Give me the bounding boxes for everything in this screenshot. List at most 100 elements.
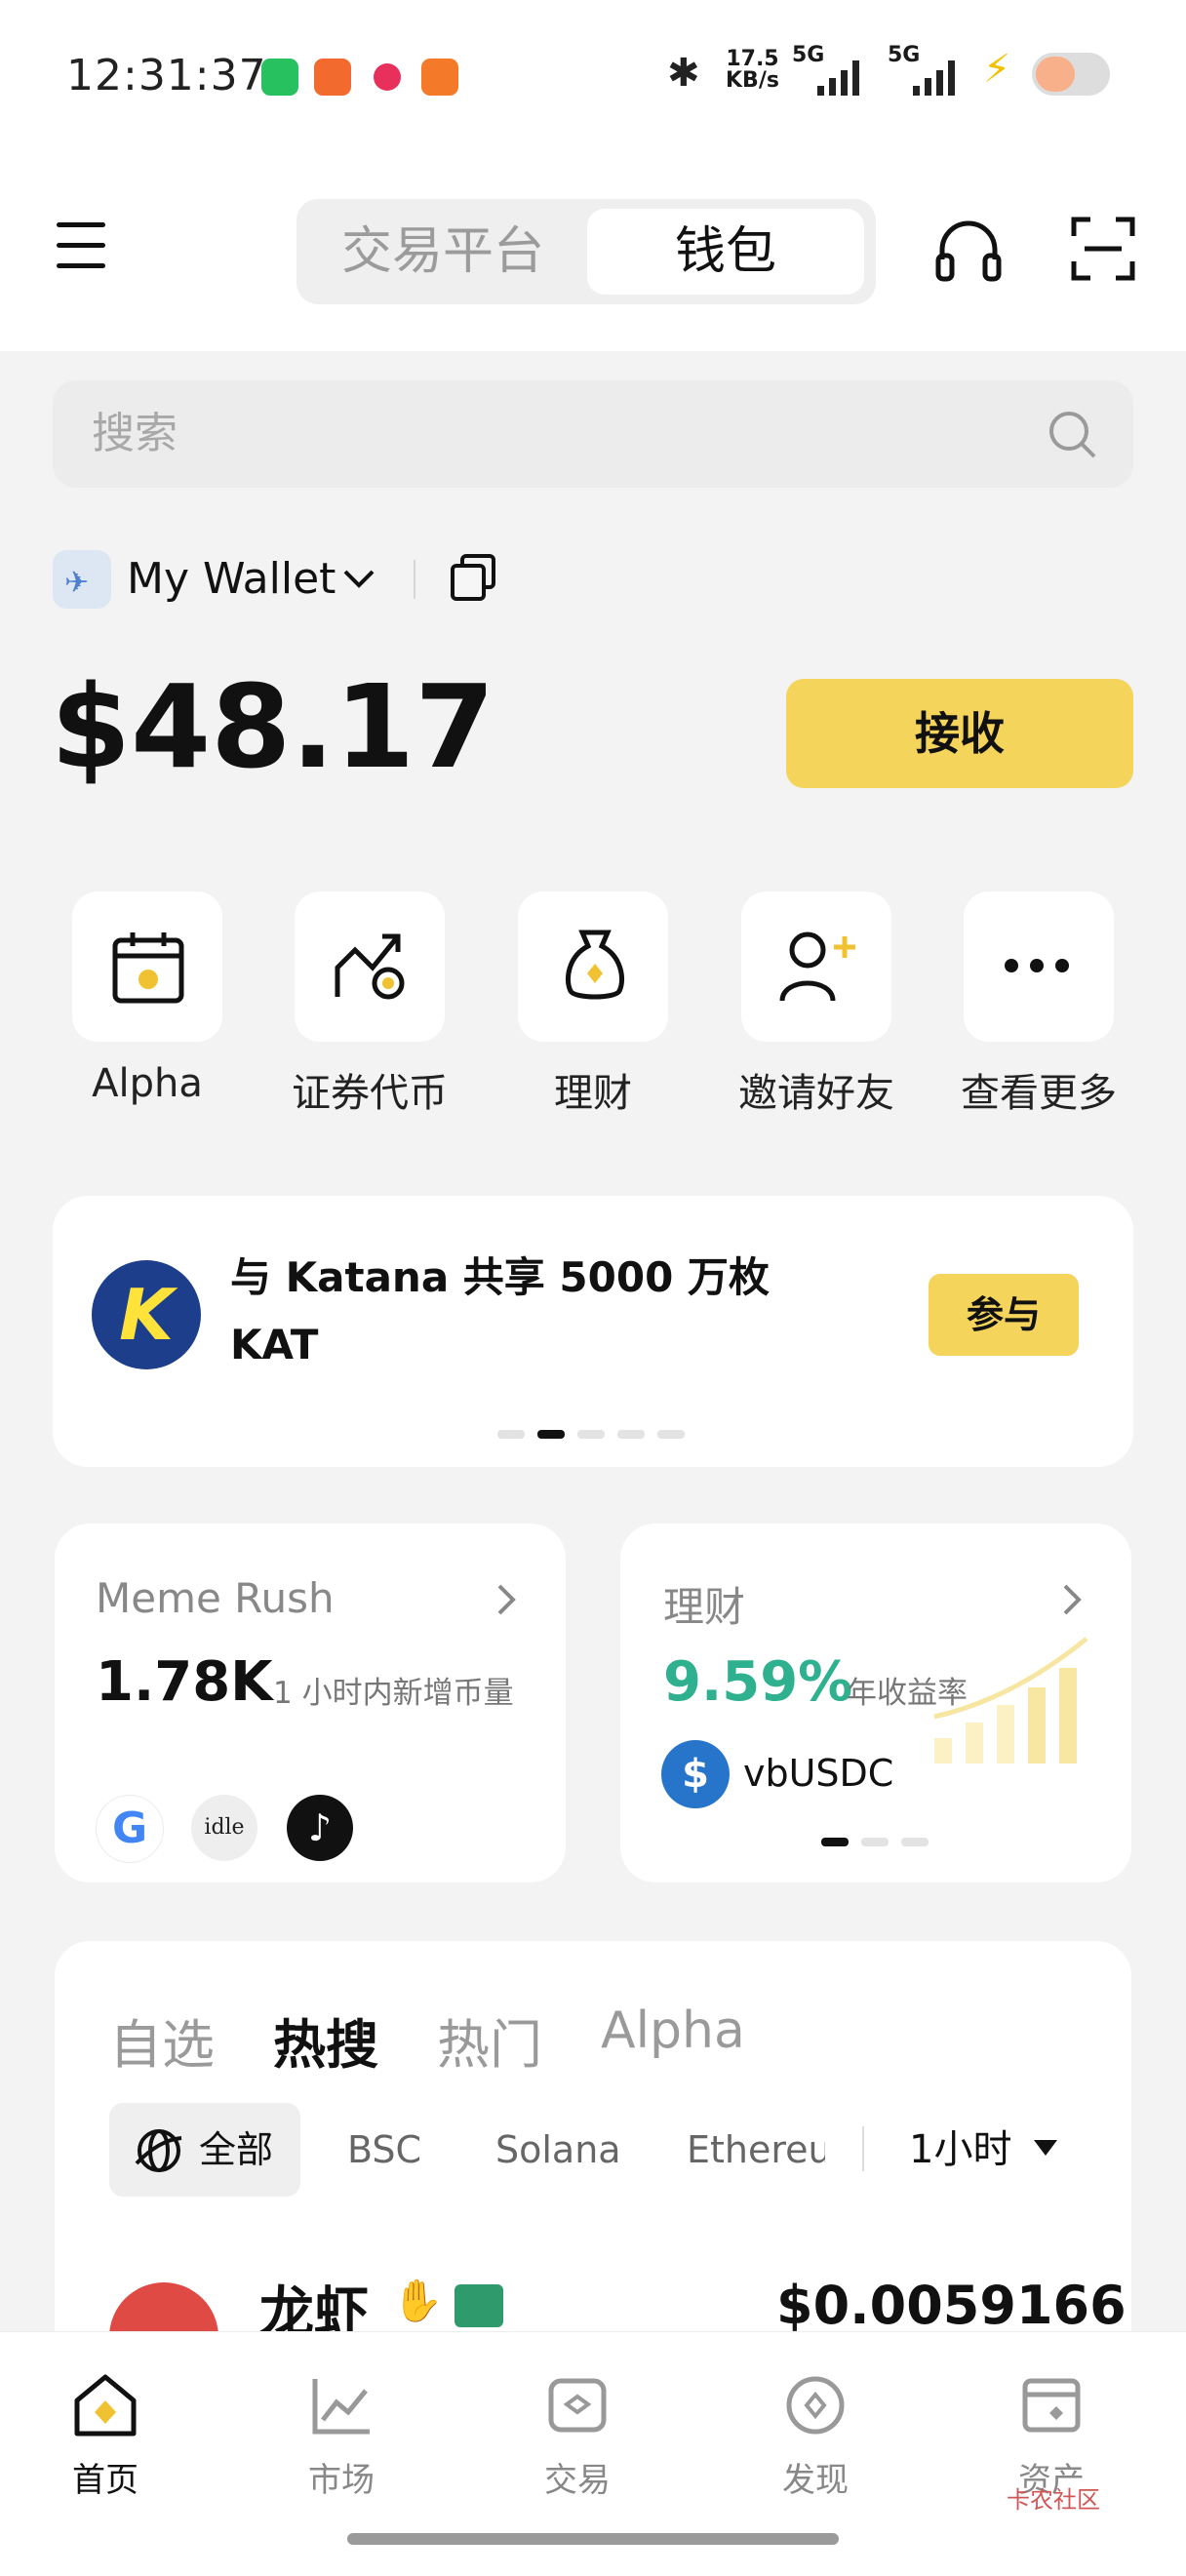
alpha-calendar-icon	[112, 932, 184, 1004]
tiktok-token-icon: ♪	[287, 1795, 353, 1861]
filter-solana[interactable]: Solana	[495, 2103, 621, 2197]
wechat-icon	[261, 59, 298, 96]
filter-ethereum[interactable]: Ethereu	[687, 2103, 825, 2197]
earn-rate: 9.59%	[663, 1650, 853, 1714]
hand-badge-icon: ✋	[392, 2277, 444, 2324]
net-speed-unit: KB/s	[726, 68, 779, 93]
battery-icon	[1032, 53, 1110, 96]
ticket-badge-icon	[455, 2284, 503, 2327]
tile-label-invite: 邀请好友	[738, 1071, 894, 1116]
chevron-right-icon[interactable]	[495, 1582, 519, 1617]
timeframe-select[interactable]: 1小时	[909, 2103, 1011, 2197]
earn-title: 理财	[663, 1583, 746, 1631]
invite-tile[interactable]	[741, 892, 891, 1042]
katana-logo: K	[92, 1260, 201, 1369]
copy-icon[interactable]	[449, 552, 499, 603]
net-speed-value: 17.5	[726, 47, 779, 71]
chat-app-icon	[369, 59, 406, 96]
earn-pagination	[821, 1832, 941, 1850]
nav-home[interactable]: 首页	[27, 2371, 183, 2501]
pagination-dot	[617, 1430, 645, 1439]
earn-tile[interactable]	[518, 892, 668, 1042]
pagination-dot-active	[537, 1430, 565, 1439]
pagination-dot-active	[821, 1838, 849, 1846]
market-tab-trending[interactable]: 热门	[437, 2001, 542, 2079]
tab-exchange[interactable]: 交易平台	[304, 209, 581, 295]
meme-rush-card[interactable]: Meme Rush 1.78K 1 小时内新增币量 G idle ♪	[55, 1524, 566, 1882]
headset-icon[interactable]	[934, 220, 1003, 283]
search-bar[interactable]: 搜索	[53, 380, 1133, 488]
earn-card[interactable]: 理财 9.59% 年收益率 $ vbUSDC	[620, 1524, 1131, 1882]
signal-bars-1-icon	[817, 60, 859, 96]
filter-bsc[interactable]: BSC	[347, 2103, 421, 2197]
invite-friend-icon	[779, 931, 855, 1002]
tile-label-more: 查看更多	[961, 1071, 1117, 1116]
wallet-avatar[interactable]: ✈	[53, 550, 111, 609]
alpha-tile[interactable]	[72, 892, 222, 1042]
tile-label-alpha: Alpha	[92, 1061, 203, 1106]
menu-icon[interactable]	[57, 222, 105, 268]
google-token-icon: G	[96, 1795, 164, 1863]
pagination-dot	[901, 1838, 929, 1846]
nav-discover[interactable]: 发现	[737, 2371, 893, 2501]
nav-discover-label: 发现	[782, 2461, 849, 2500]
market-tab-favorites[interactable]: 自选	[109, 2001, 215, 2079]
nav-market-label: 市场	[308, 2461, 375, 2500]
wallet-icon	[1022, 2378, 1081, 2433]
divider	[414, 560, 415, 599]
pagination-dot	[861, 1838, 889, 1846]
pagination-dot	[657, 1430, 685, 1439]
caret-down-icon[interactable]	[1032, 2138, 1059, 2158]
market-chart-icon	[312, 2379, 370, 2435]
money-bag-icon	[565, 930, 625, 1000]
promo-card[interactable]: K 与 Katana 共享 5000 万枚 KAT 参与	[53, 1196, 1133, 1467]
search-placeholder: 搜索	[92, 409, 178, 458]
signal-bars-2-icon	[913, 60, 955, 96]
chevron-right-icon[interactable]	[1061, 1582, 1085, 1617]
promo-pagination	[497, 1424, 697, 1443]
promo-title-line2: KAT	[230, 1321, 319, 1368]
mode-switch: 交易平台 钱包	[296, 199, 876, 304]
token-price: $0.0059166	[776, 2275, 1127, 2336]
bluetooth-icon: ✱	[667, 51, 700, 96]
stock-token-icon	[335, 933, 405, 1000]
nav-home-label: 首页	[72, 2461, 138, 2500]
more-tile[interactable]	[964, 892, 1114, 1042]
trade-icon	[548, 2378, 607, 2433]
delivery-app-icon	[421, 59, 458, 96]
earn-rate-label: 年收益率	[847, 1676, 968, 1711]
status-bar: 12:31:37 ✱ 17.5 KB/s 5G 5G ⚡	[0, 0, 1186, 146]
meme-rush-value: 1.78K	[96, 1650, 273, 1714]
earn-asset: vbUSDC	[743, 1752, 894, 1795]
bottom-nav: 首页 市场 交易 发现 资产 卡农社区	[0, 2331, 1186, 2576]
join-button[interactable]: 参与	[929, 1274, 1079, 1356]
scan-icon[interactable]	[1071, 217, 1135, 281]
market-tab-alpha[interactable]: Alpha	[601, 2001, 745, 2060]
market-tab-hot-search[interactable]: 热搜	[273, 2001, 378, 2079]
wallet-name[interactable]: My Wallet	[127, 554, 336, 604]
receive-button[interactable]: 接收	[786, 679, 1133, 788]
usdc-icon: $	[661, 1740, 730, 1808]
home-indicator[interactable]	[347, 2533, 839, 2545]
home-icon	[74, 2374, 137, 2437]
stock-token-tile[interactable]	[295, 892, 445, 1042]
filter-all[interactable]: 全部	[109, 2103, 300, 2197]
nav-trade[interactable]: 交易	[499, 2371, 655, 2501]
tile-label-earn: 理财	[554, 1071, 632, 1116]
search-icon[interactable]	[1048, 410, 1098, 460]
nav-trade-label: 交易	[544, 2461, 611, 2500]
tab-wallet[interactable]: 钱包	[587, 209, 864, 295]
nav-market[interactable]: 市场	[263, 2371, 419, 2501]
tile-label-stock: 证券代币	[292, 1071, 448, 1116]
status-time: 12:31:37	[66, 51, 267, 100]
app-notification-icon	[314, 59, 351, 96]
wallet-balance: $48.17	[51, 659, 495, 794]
idle-token-icon: idle	[191, 1795, 257, 1861]
filter-all-label: 全部	[199, 2128, 274, 2171]
pagination-dot	[577, 1430, 605, 1439]
chevron-down-icon[interactable]	[341, 568, 376, 591]
charging-icon: ⚡	[983, 47, 1011, 92]
meme-rush-title: Meme Rush	[96, 1574, 335, 1622]
globe-icon	[135, 2129, 182, 2172]
compass-icon	[786, 2376, 845, 2435]
